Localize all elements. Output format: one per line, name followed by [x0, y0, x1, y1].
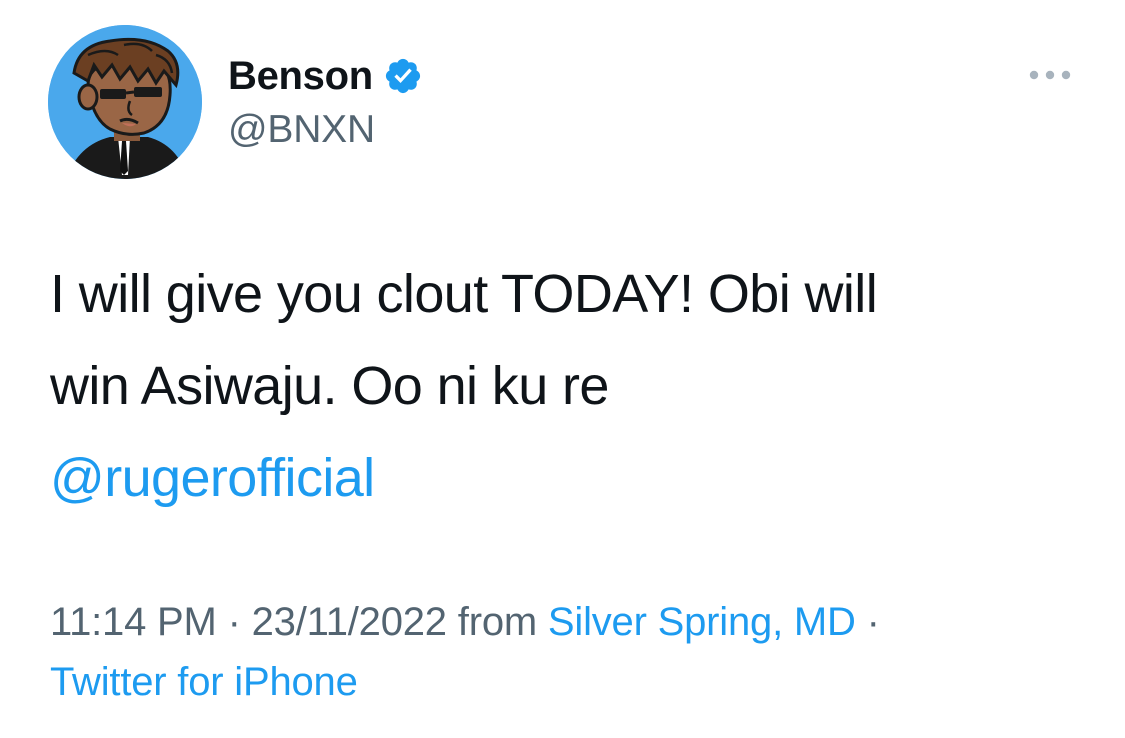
avatar[interactable] [48, 25, 202, 179]
meta-separator: · [227, 600, 241, 644]
tweet-metadata: 11:14 PM · 23/11/2022 from Silver Spring… [50, 592, 1090, 712]
mention-link[interactable]: @rugerofficial [50, 448, 375, 508]
tweet-time: 11:14 PM [50, 600, 217, 644]
location-link[interactable]: Silver Spring, MD [548, 600, 856, 644]
display-name[interactable]: Benson [228, 54, 373, 99]
tweet-text: I will give you clout TODAY! Obi will wi… [50, 248, 1080, 524]
meta-separator: · [866, 600, 880, 644]
source-link[interactable]: Twitter for iPhone [50, 660, 358, 704]
more-options-icon[interactable] [1024, 62, 1076, 88]
tweet-date: 23/11/2022 [251, 600, 447, 644]
verified-badge-icon [383, 56, 423, 96]
tweet: Benson @BNXN I will give you clout TODAY… [0, 0, 1125, 738]
author-name-row: Benson [228, 52, 423, 100]
tweet-text-line: I will give you clout TODAY! Obi will [50, 264, 878, 324]
author-handle[interactable]: @BNXN [228, 108, 375, 152]
tweet-text-line: win Asiwaju. Oo ni ku re [50, 356, 609, 416]
avatar-illustration [48, 25, 202, 179]
from-label: from [457, 600, 537, 644]
